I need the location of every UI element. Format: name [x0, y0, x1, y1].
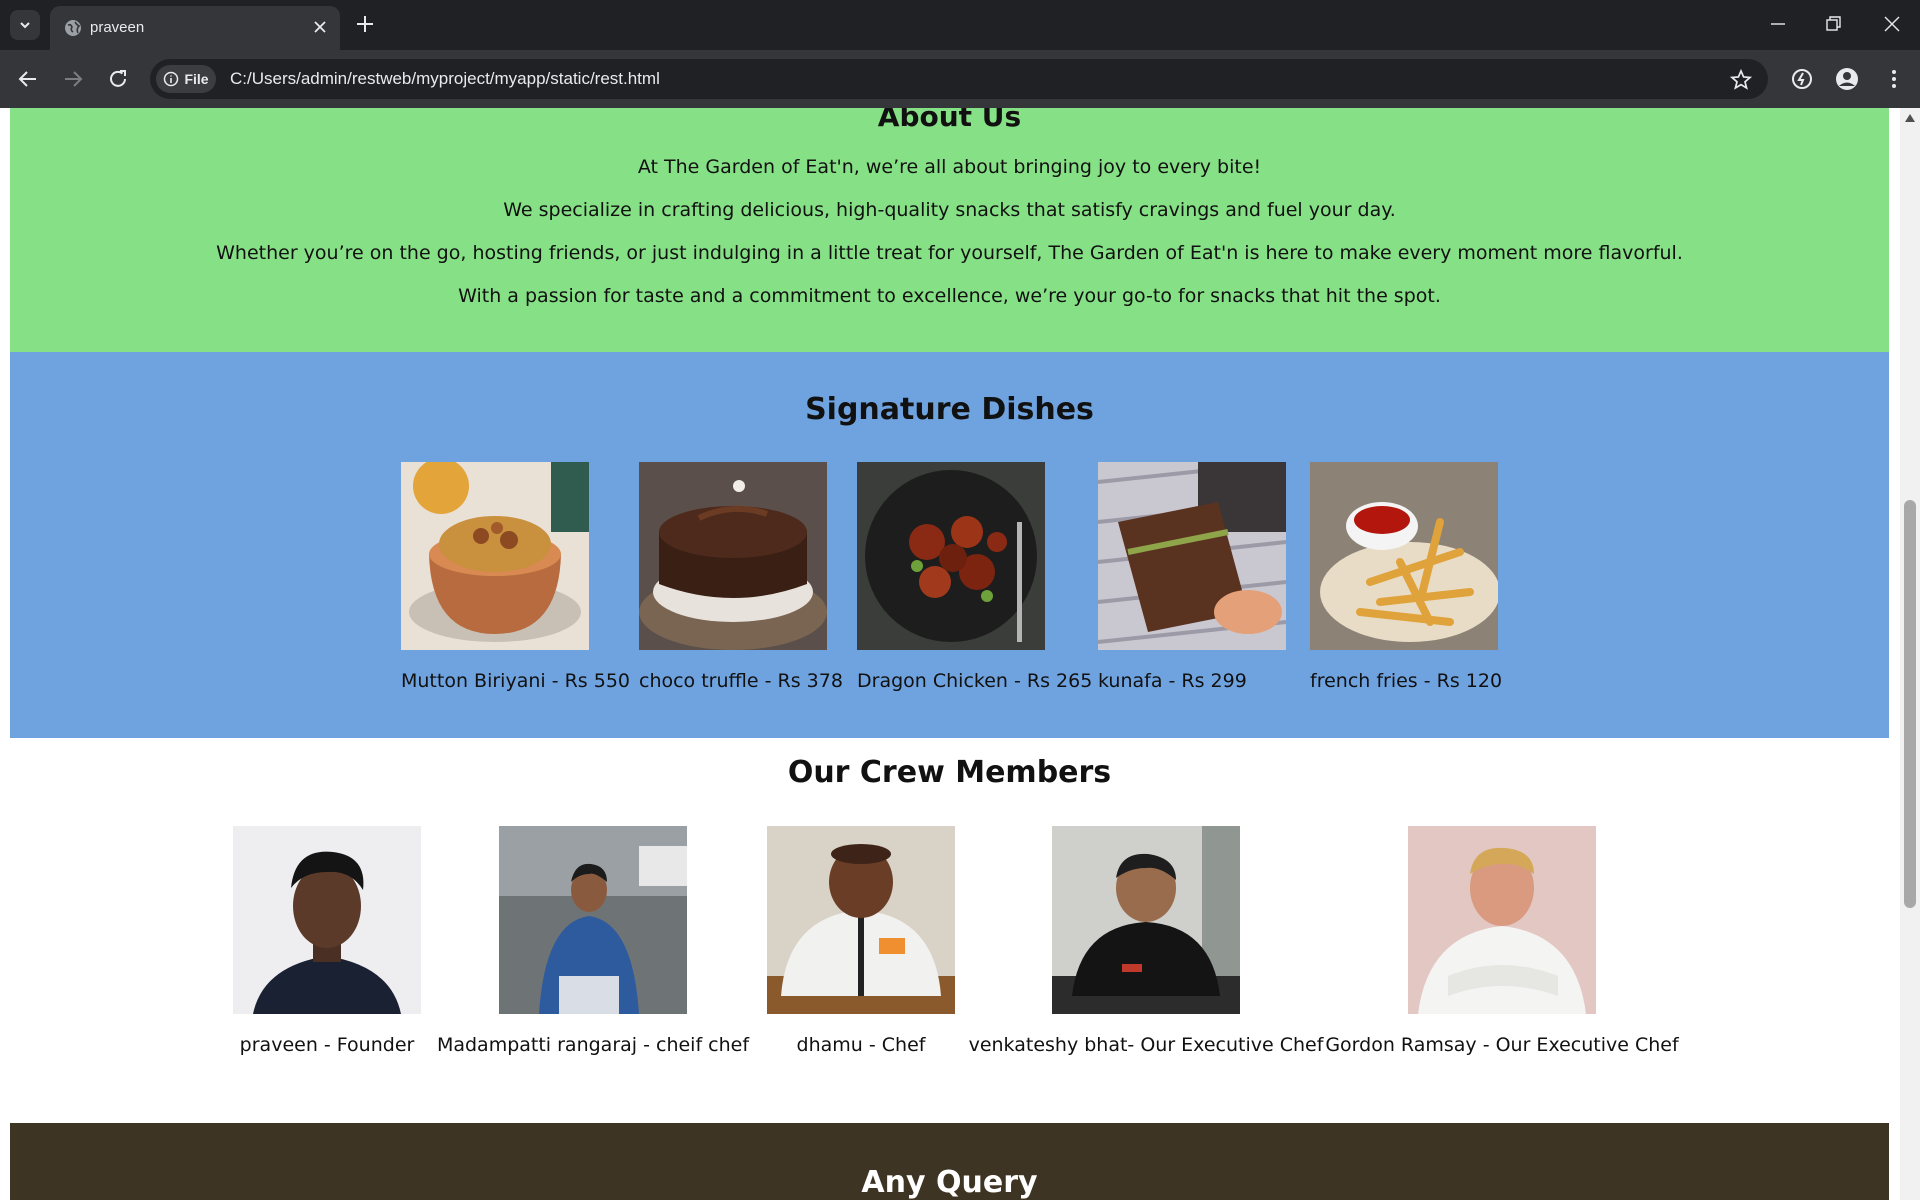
dish-card[interactable]: french fries - Rs 120 — [1310, 462, 1502, 692]
scroll-up-icon[interactable] — [1905, 114, 1915, 122]
scroll-thumb[interactable] — [1904, 500, 1916, 908]
about-paragraph: At The Garden of Eat'n, we’re all about … — [637, 156, 1262, 178]
query-section: Any Query — [10, 1123, 1889, 1200]
reload-icon[interactable] — [106, 67, 130, 91]
extension-icon[interactable] — [1790, 67, 1814, 91]
globe-icon — [65, 20, 81, 36]
dish-card[interactable]: kunafa - Rs 299 — [1098, 462, 1286, 692]
crew-card[interactable]: venkateshy bhat- Our Executive Chef — [969, 826, 1323, 1056]
crew-card[interactable]: dhamu - Chef — [767, 826, 955, 1056]
crew-caption: venkateshy bhat- Our Executive Chef — [968, 1034, 1324, 1056]
dishes-heading: Signature Dishes — [805, 392, 1094, 427]
dish-caption: french fries - Rs 120 — [1310, 670, 1503, 692]
info-icon — [164, 71, 179, 87]
query-heading: Any Query — [861, 1165, 1038, 1200]
dish-caption: choco truffle - Rs 378 — [639, 670, 843, 692]
crew-caption: Madampatti rangaraj - cheif chef — [436, 1034, 750, 1056]
forward-icon[interactable] — [61, 67, 85, 91]
browser-tab[interactable]: praveen — [50, 6, 340, 50]
browser-toolbar: File C:/Users/admin/restweb/myproject/my… — [0, 50, 1920, 108]
crew-photo-rangaraj — [499, 826, 687, 1014]
address-bar[interactable]: File C:/Users/admin/restweb/myproject/my… — [150, 59, 1768, 99]
dish-caption: kunafa - Rs 299 — [1098, 670, 1247, 692]
about-paragraph: We specialize in crafting delicious, hig… — [503, 199, 1396, 221]
crew-caption: dhamu - Chef — [796, 1034, 926, 1056]
tab-title: praveen — [90, 19, 145, 36]
dish-card[interactable]: Dragon Chicken - Rs 265 — [857, 462, 1092, 692]
close-icon[interactable] — [312, 19, 328, 35]
crew-photo-venkatesh — [1052, 826, 1240, 1014]
dish-image-biriyani — [401, 462, 589, 650]
plus-icon[interactable] — [354, 13, 376, 35]
page-scrollbar[interactable] — [1900, 108, 1920, 1200]
tab-list-button[interactable] — [10, 10, 40, 40]
about-section: About Us At The Garden of Eat'n, we’re a… — [10, 108, 1889, 352]
back-icon[interactable] — [16, 67, 40, 91]
about-heading: About Us — [877, 108, 1022, 133]
about-paragraph: With a passion for taste and a commitmen… — [458, 285, 1441, 307]
page-viewport: About Us At The Garden of Eat'n, we’re a… — [0, 108, 1920, 1200]
crew-card[interactable]: praveen - Founder — [233, 826, 421, 1056]
minimize-icon[interactable] — [1768, 12, 1788, 36]
site-info-chip[interactable]: File — [156, 65, 216, 93]
dish-image-choco-truffle — [639, 462, 827, 650]
dish-caption: Dragon Chicken - Rs 265 — [857, 670, 1093, 692]
dish-image-french-fries — [1310, 462, 1498, 650]
restore-icon[interactable] — [1823, 12, 1843, 36]
dish-image-dragon-chicken — [857, 462, 1045, 650]
crew-card[interactable]: Gordon Ramsay - Our Executive Chef — [1325, 826, 1679, 1056]
tab-list-icon — [20, 22, 30, 29]
crew-section: Our Crew Members praveen - Founder Madam… — [10, 738, 1889, 1128]
crew-photo-praveen — [233, 826, 421, 1014]
dish-card[interactable]: choco truffle - Rs 378 — [639, 462, 843, 692]
dish-caption: Mutton Biriyani - Rs 550 — [401, 670, 630, 692]
site-info-label: File — [184, 71, 209, 87]
browser-tab-bar: praveen — [0, 0, 1920, 50]
crew-card[interactable]: Madampatti rangaraj - cheif chef — [437, 826, 749, 1056]
crew-photo-gordon-ramsay — [1408, 826, 1596, 1014]
menu-icon[interactable] — [1882, 67, 1906, 91]
url-text[interactable]: C:/Users/admin/restweb/myproject/myapp/s… — [230, 69, 660, 89]
profile-icon[interactable] — [1835, 67, 1859, 91]
crew-heading: Our Crew Members — [787, 755, 1112, 790]
close-window-icon[interactable] — [1881, 12, 1903, 36]
crew-caption: Gordon Ramsay - Our Executive Chef — [1325, 1034, 1679, 1056]
crew-caption: praveen - Founder — [239, 1034, 415, 1056]
dish-image-kunafa — [1098, 462, 1286, 650]
star-icon[interactable] — [1730, 69, 1752, 91]
dish-card[interactable]: Mutton Biriyani - Rs 550 — [401, 462, 630, 692]
signature-dishes-section: Signature Dishes Mutton Biriyani - Rs 55… — [10, 352, 1889, 738]
crew-photo-dhamu — [767, 826, 955, 1014]
about-paragraph: Whether you’re on the go, hosting friend… — [216, 242, 1683, 264]
